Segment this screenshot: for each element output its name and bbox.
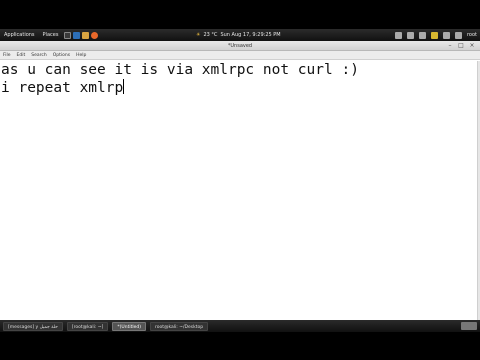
applications-menu[interactable]: Applications [0, 32, 39, 38]
menu-search[interactable]: Search [31, 51, 46, 59]
tray-display-icon[interactable] [418, 31, 426, 39]
clock[interactable]: Sun Aug 17, 9:29:25 PM [220, 32, 280, 38]
files-launcher-icon[interactable] [82, 31, 90, 39]
bottom-panel: [messages] y حلة جميل [root@kali: ~] *(U… [0, 320, 480, 332]
user-menu[interactable]: root [467, 32, 477, 38]
taskbar-item-editor[interactable]: *(Untitled) [112, 321, 146, 331]
menu-help[interactable]: Help [76, 51, 86, 59]
tray-update-icon[interactable] [430, 31, 438, 39]
window-title: *Unsaved [227, 43, 253, 49]
taskbar-item-terminal-desktop[interactable]: root@kali: ~/Desktop [149, 321, 209, 331]
firefox-launcher-icon[interactable] [91, 31, 99, 39]
window-titlebar[interactable]: *Unsaved – □ × [0, 41, 480, 51]
terminal-launcher-icon[interactable] [64, 31, 72, 39]
minimize-button[interactable]: – [446, 42, 454, 50]
browser-launcher-icon[interactable] [73, 31, 81, 39]
text-cursor [123, 79, 125, 94]
taskbar-item-messages[interactable]: [messages] y حلة جميل [3, 321, 63, 331]
top-panel: Applications Places ☀ 23 °C Sun Aug 17, … [0, 29, 480, 41]
tray-app-icon[interactable] [394, 31, 402, 39]
weather-icon: ☀ [196, 32, 201, 38]
network-icon[interactable] [442, 31, 450, 39]
tray-monitor-icon[interactable] [406, 31, 414, 39]
menu-options[interactable]: Options [53, 51, 70, 59]
weather-text[interactable]: 23 °C [203, 32, 217, 38]
menu-edit[interactable]: Edit [17, 51, 26, 59]
volume-icon[interactable] [454, 31, 462, 39]
close-button[interactable]: × [468, 42, 476, 50]
taskbar-item-terminal[interactable]: [root@kali: ~] [66, 321, 109, 331]
text-line: as u can see it is via xmlrpc not curl :… [1, 62, 359, 78]
places-menu[interactable]: Places [39, 32, 63, 38]
workspace-switcher-icon[interactable] [461, 322, 477, 330]
menubar: File Edit Search Options Help [0, 51, 480, 60]
menu-file[interactable]: File [3, 51, 11, 59]
text-area[interactable]: as u can see it is via xmlrpc not curl :… [0, 61, 477, 320]
text-editor-window: *Unsaved – □ × File Edit Search Options … [0, 41, 480, 320]
maximize-button[interactable]: □ [457, 42, 465, 50]
text-line-content: i repeat xmlrp [1, 80, 124, 96]
text-line-active: i repeat xmlrp [1, 79, 477, 97]
